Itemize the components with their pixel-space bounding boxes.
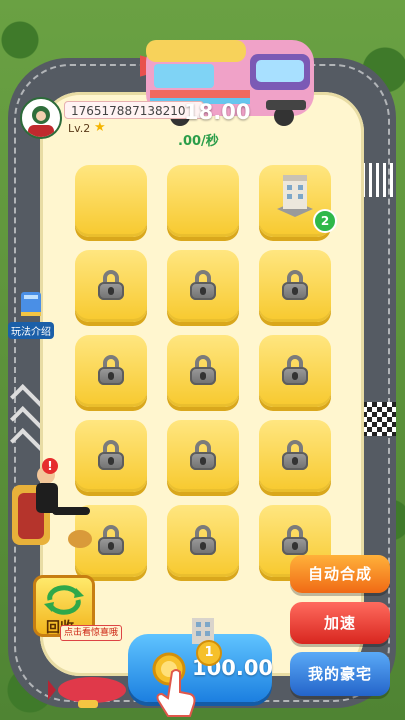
lock-icon — [281, 440, 309, 470]
grid-tile[interactable] — [167, 335, 239, 407]
grid-tile[interactable] — [167, 420, 239, 492]
merge-hint-tag[interactable]: 点击看惊喜哦 — [60, 625, 122, 641]
grid-tile[interactable] — [75, 335, 147, 407]
book-icon — [21, 292, 41, 316]
player-card[interactable]: 176517887138210 Lv.2 ★ — [20, 97, 204, 141]
lock-icon — [189, 525, 217, 555]
speed-up-button[interactable]: 加速 — [290, 602, 390, 644]
airship-icon[interactable] — [48, 672, 132, 712]
avatar[interactable] — [20, 97, 62, 139]
grid-tile[interactable] — [75, 250, 147, 322]
my-mansion-button[interactable]: 我的豪宅 — [290, 652, 390, 696]
grid-tile[interactable] — [75, 165, 147, 237]
lock-icon — [97, 270, 125, 300]
lock-icon — [189, 355, 217, 385]
lock-icon — [189, 270, 217, 300]
lock-icon — [281, 270, 309, 300]
coin-level-badge: 1 — [196, 640, 222, 666]
rules-button[interactable]: 玩法介绍 — [8, 290, 54, 339]
income-rate: .00/秒 — [178, 134, 219, 149]
building-icon — [273, 173, 317, 219]
lock-icon — [97, 440, 125, 470]
player-level: Lv.2 — [68, 122, 91, 135]
tap-hand-icon — [156, 669, 196, 717]
lock-icon — [281, 355, 309, 385]
lock-icon — [189, 440, 217, 470]
grid-tile[interactable] — [167, 505, 239, 577]
star-icon: ★ — [94, 120, 106, 135]
grid-tile[interactable] — [259, 335, 331, 407]
avatar-icon — [28, 106, 54, 137]
lock-icon — [97, 355, 125, 385]
grid-tile[interactable]: 2 — [259, 165, 337, 237]
alert-badge: ! — [42, 458, 58, 474]
tile-level-badge: 2 — [313, 209, 337, 233]
grid-tile[interactable] — [167, 250, 239, 322]
lock-icon — [281, 525, 309, 555]
lock-icon — [97, 525, 125, 555]
grid-tile[interactable] — [259, 420, 331, 492]
grid-tile[interactable] — [259, 250, 331, 322]
balance-amount: 18.00 — [184, 100, 251, 124]
track-stripes — [362, 163, 394, 197]
rules-label: 玩法介绍 — [8, 322, 54, 339]
grid-tile[interactable] — [167, 165, 239, 237]
finish-line — [362, 402, 396, 436]
player-id: 176517887138210 — [64, 101, 204, 119]
auto-merge-button[interactable]: 自动合成 — [290, 555, 390, 593]
recycle-icon — [44, 585, 84, 615]
